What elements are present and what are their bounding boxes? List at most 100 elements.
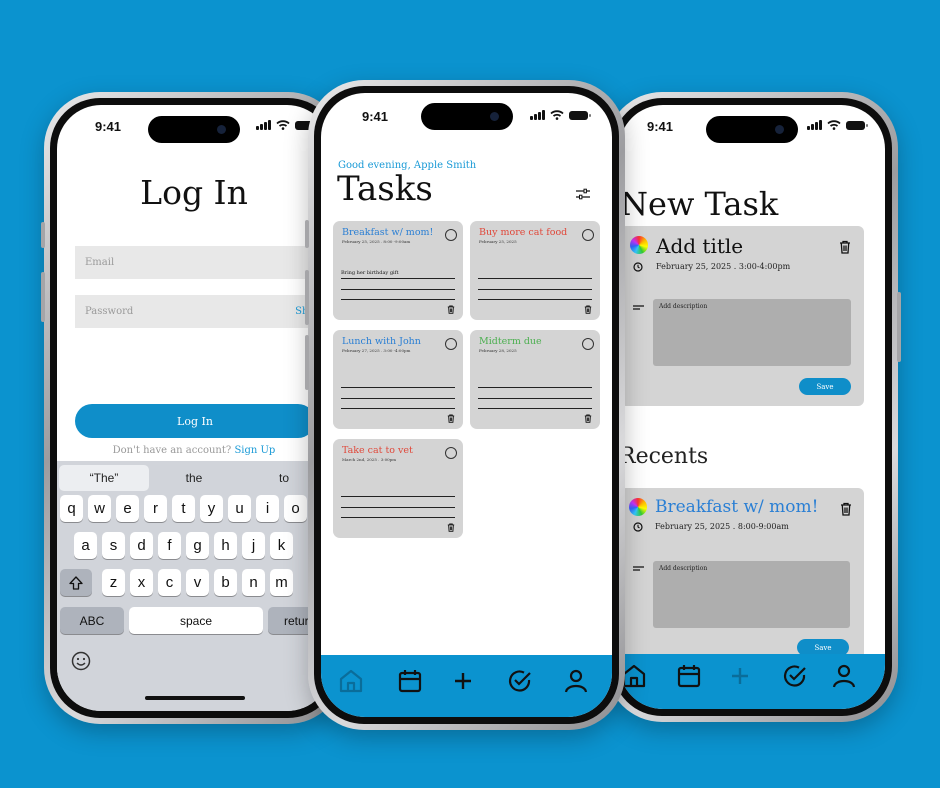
color-picker-icon[interactable] bbox=[629, 498, 647, 516]
key-n[interactable]: n bbox=[242, 569, 265, 596]
key-e[interactable]: e bbox=[116, 495, 139, 522]
datetime-field[interactable]: February 25, 2025 . 3:00-4:00pm bbox=[656, 262, 790, 271]
key-f[interactable]: f bbox=[158, 532, 181, 559]
email-placeholder: Email bbox=[85, 257, 115, 268]
status-icons bbox=[256, 120, 317, 130]
signal-icon bbox=[530, 110, 545, 120]
complete-checkbox[interactable] bbox=[582, 338, 594, 350]
trash-icon[interactable] bbox=[840, 502, 852, 516]
description-field[interactable]: Add description bbox=[653, 299, 851, 366]
key-x[interactable]: x bbox=[130, 569, 153, 596]
key-w[interactable]: w bbox=[88, 495, 111, 522]
complete-checkbox[interactable] bbox=[445, 447, 457, 459]
task-card-title: Breakfast w/ mom! bbox=[342, 227, 434, 238]
trash-icon[interactable] bbox=[447, 523, 455, 532]
trash-icon[interactable] bbox=[447, 305, 455, 314]
recent-task-card[interactable]: Breakfast w/ mom! February 25, 2025 . 8:… bbox=[620, 488, 864, 668]
login-screen: 9:41 Log In Email Password Show Log In D… bbox=[57, 105, 331, 711]
key-v[interactable]: v bbox=[186, 569, 209, 596]
emoji-icon[interactable] bbox=[71, 651, 91, 671]
key-t[interactable]: t bbox=[172, 495, 195, 522]
wifi-icon bbox=[549, 110, 564, 120]
home-icon[interactable] bbox=[338, 668, 364, 694]
sliders-icon[interactable] bbox=[576, 188, 590, 200]
user-icon[interactable] bbox=[563, 668, 589, 694]
email-field[interactable]: Email bbox=[75, 246, 331, 279]
trash-icon[interactable] bbox=[839, 240, 851, 254]
key-d[interactable]: d bbox=[130, 532, 153, 559]
trash-icon[interactable] bbox=[447, 414, 455, 423]
check-circle-icon[interactable] bbox=[782, 663, 808, 689]
task-card[interactable]: Take cat to vet March 2nd, 2025 . 3:00pm bbox=[333, 439, 463, 538]
task-card-date: February 28, 2025 bbox=[479, 348, 517, 353]
plus-icon[interactable] bbox=[450, 668, 476, 694]
key-c[interactable]: c bbox=[158, 569, 181, 596]
new-task-form: Add title February 25, 2025 . 3:00-4:00p… bbox=[620, 226, 864, 406]
key-z[interactable]: z bbox=[102, 569, 125, 596]
side-button bbox=[897, 292, 901, 362]
task-card[interactable]: Breakfast w/ mom! February 25, 2025 . 8:… bbox=[333, 221, 463, 320]
signup-link[interactable]: Sign Up bbox=[234, 445, 275, 456]
status-icons bbox=[807, 120, 868, 130]
abc-key[interactable]: ABC bbox=[60, 607, 124, 634]
key-y[interactable]: y bbox=[200, 495, 223, 522]
suggestion[interactable]: the bbox=[149, 465, 239, 491]
dynamic-island bbox=[148, 116, 240, 143]
no-account-text: Don't have an account? bbox=[112, 445, 232, 456]
description-field[interactable]: Add description bbox=[653, 561, 850, 628]
key-i[interactable]: i bbox=[256, 495, 279, 522]
battery-icon bbox=[568, 110, 591, 120]
key-h[interactable]: h bbox=[214, 532, 237, 559]
save-button[interactable]: Save bbox=[799, 378, 851, 395]
complete-checkbox[interactable] bbox=[582, 229, 594, 241]
password-field[interactable]: Password Show bbox=[75, 295, 331, 328]
suggestion[interactable]: “The” bbox=[59, 465, 149, 491]
task-card-title: Buy more cat food bbox=[479, 227, 568, 238]
key-a[interactable]: a bbox=[74, 532, 97, 559]
key-r[interactable]: r bbox=[144, 495, 167, 522]
title-input[interactable]: Add title bbox=[656, 234, 743, 258]
task-card[interactable]: Midterm due February 28, 2025 bbox=[470, 330, 600, 429]
calendar-icon[interactable] bbox=[676, 663, 702, 689]
suggestion-bar: “The” the to bbox=[59, 465, 331, 491]
calendar-icon[interactable] bbox=[397, 668, 423, 694]
complete-checkbox[interactable] bbox=[445, 338, 457, 350]
wifi-icon bbox=[275, 120, 290, 130]
key-o[interactable]: o bbox=[284, 495, 307, 522]
side-button bbox=[41, 222, 45, 248]
login-button[interactable]: Log In bbox=[75, 404, 315, 438]
key-u[interactable]: u bbox=[228, 495, 251, 522]
key-j[interactable]: j bbox=[242, 532, 265, 559]
home-indicator bbox=[145, 696, 245, 700]
key-b[interactable]: b bbox=[214, 569, 237, 596]
page-title: Log In bbox=[140, 173, 248, 212]
task-card[interactable]: Buy more cat food February 25, 2025 bbox=[470, 221, 600, 320]
task-card[interactable]: Lunch with John February 27, 2025 . 3:00… bbox=[333, 330, 463, 429]
key-q[interactable]: q bbox=[60, 495, 83, 522]
page-title: Tasks bbox=[337, 169, 433, 209]
trash-icon[interactable] bbox=[584, 414, 592, 423]
space-key[interactable]: space bbox=[129, 607, 263, 634]
trash-icon[interactable] bbox=[584, 305, 592, 314]
check-circle-icon[interactable] bbox=[507, 668, 533, 694]
key-g[interactable]: g bbox=[186, 532, 209, 559]
task-card-date: February 25, 2025 bbox=[479, 239, 517, 244]
clock-icon bbox=[633, 522, 643, 532]
status-icons bbox=[530, 110, 591, 120]
key-m[interactable]: m bbox=[270, 569, 293, 596]
recent-task-title[interactable]: Breakfast w/ mom! bbox=[655, 497, 819, 517]
plus-icon[interactable] bbox=[727, 663, 753, 689]
key-s[interactable]: s bbox=[102, 532, 125, 559]
color-picker-icon[interactable] bbox=[630, 236, 648, 254]
side-button bbox=[305, 270, 309, 325]
shift-key[interactable] bbox=[60, 569, 92, 596]
signup-prompt: Don't have an account? Sign Up bbox=[57, 445, 331, 456]
phone-new-task: 9:41 New Task Add title February 25, 202… bbox=[606, 92, 901, 722]
tasks-screen: 9:41 Good evening, Apple Smith Tasks Bre… bbox=[321, 93, 612, 717]
signal-icon bbox=[807, 120, 822, 130]
shift-icon bbox=[69, 575, 83, 590]
password-placeholder: Password bbox=[85, 306, 134, 317]
user-icon[interactable] bbox=[831, 663, 857, 689]
complete-checkbox[interactable] bbox=[445, 229, 457, 241]
key-k[interactable]: k bbox=[270, 532, 293, 559]
